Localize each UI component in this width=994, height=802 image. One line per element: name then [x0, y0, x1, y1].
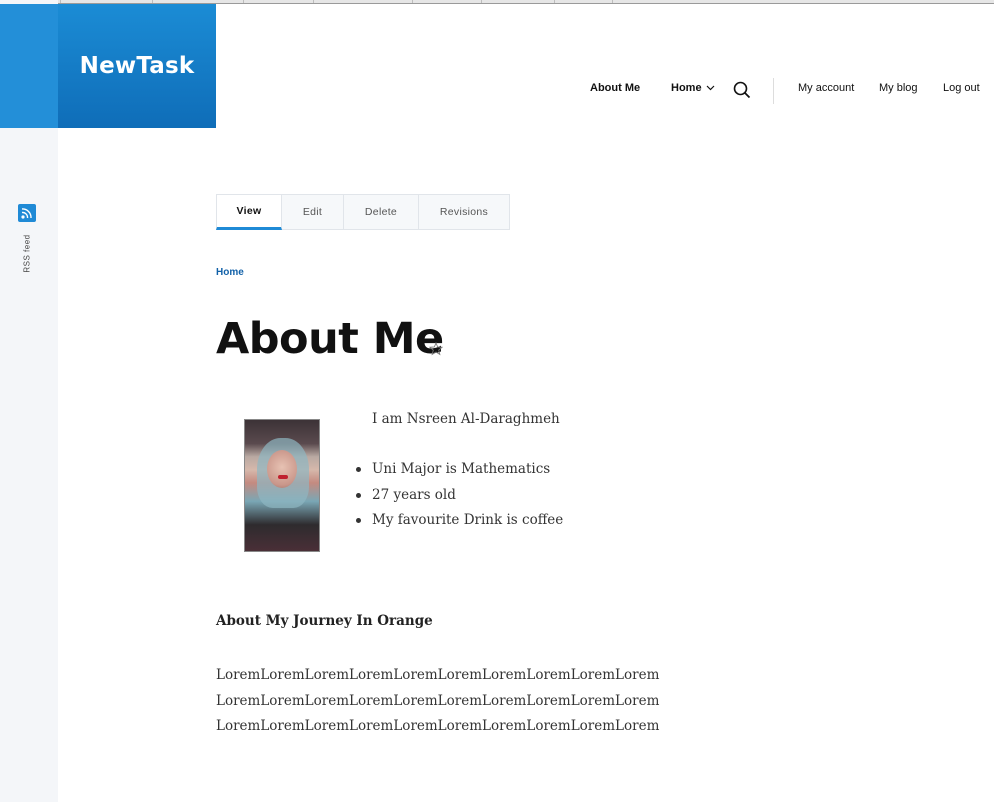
body-line: LoremLoremLoremLoremLoremLoremLoremLorem…: [216, 667, 660, 683]
breadcrumb-home[interactable]: Home: [216, 267, 244, 278]
photo-face: [267, 450, 297, 488]
profile-photo: [244, 419, 320, 552]
rss-feed-link[interactable]: RSS feed: [18, 204, 36, 274]
nav-home-label: Home: [671, 82, 702, 94]
site-name[interactable]: NewTask: [80, 53, 195, 79]
rss-icon[interactable]: [18, 204, 36, 222]
left-rail-header: [0, 4, 58, 128]
nav-home[interactable]: Home: [671, 82, 715, 94]
tab-edit[interactable]: Edit: [282, 194, 344, 230]
photo-lips: [278, 475, 288, 479]
local-tasks-tabs: View Edit Delete Revisions: [216, 194, 510, 230]
intro-text: I am Nsreen Al-Daraghmeh: [372, 411, 560, 427]
chevron-down-icon: [706, 85, 715, 91]
site-branding[interactable]: NewTask: [58, 4, 216, 128]
tab-revisions[interactable]: Revisions: [419, 194, 510, 230]
tab-delete[interactable]: Delete: [344, 194, 419, 230]
journey-body: LoremLoremLoremLoremLoremLoremLoremLorem…: [216, 663, 660, 740]
nav-about-me[interactable]: About Me: [590, 82, 640, 94]
facts-list: Uni Major is Mathematics 27 years old My…: [356, 461, 563, 538]
list-item: 27 years old: [356, 487, 563, 513]
nav-my-blog[interactable]: My blog: [879, 82, 918, 94]
list-item: Uni Major is Mathematics: [356, 461, 563, 487]
nav-divider: [773, 78, 774, 104]
star-icon[interactable]: [428, 341, 444, 356]
rss-feed-label[interactable]: RSS feed: [23, 226, 32, 282]
search-icon[interactable]: [733, 81, 751, 99]
page-title: About Me: [216, 314, 444, 364]
nav-log-out[interactable]: Log out: [943, 82, 980, 94]
body-line: LoremLoremLoremLoremLoremLoremLoremLorem…: [216, 718, 660, 734]
list-item: My favourite Drink is coffee: [356, 512, 563, 538]
nav-my-account[interactable]: My account: [798, 82, 854, 94]
journey-heading: About My Journey In Orange: [216, 613, 433, 629]
body-line: LoremLoremLoremLoremLoremLoremLoremLorem…: [216, 692, 660, 709]
tab-view[interactable]: View: [216, 194, 282, 230]
